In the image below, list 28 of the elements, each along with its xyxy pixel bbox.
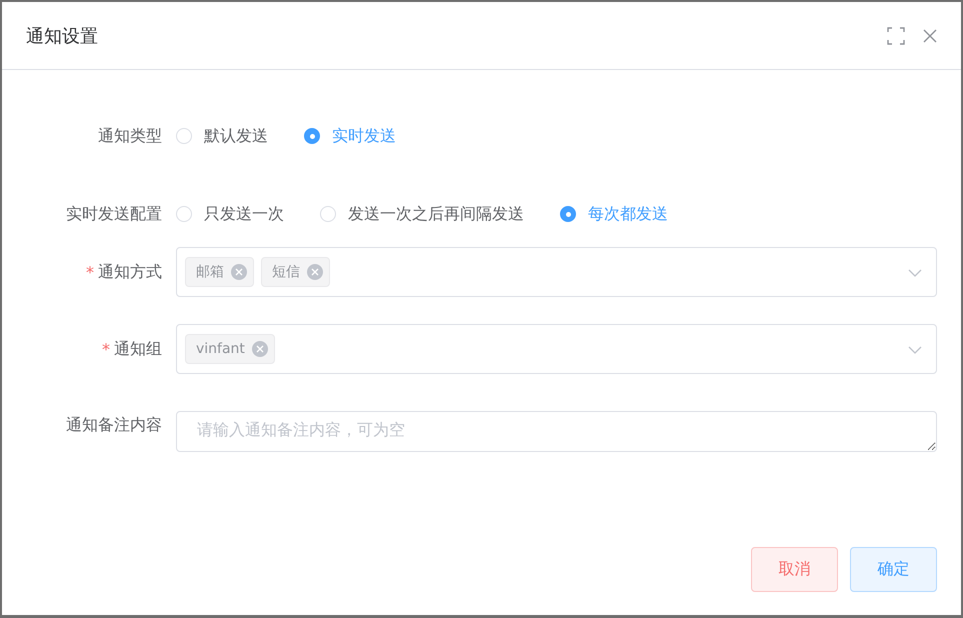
multi-select[interactable]: 邮箱 短信 bbox=[176, 247, 937, 297]
tag-label: 邮箱 bbox=[196, 263, 224, 281]
multi-select[interactable]: vinfant bbox=[176, 324, 937, 374]
field-label: 通知类型 bbox=[97, 126, 163, 146]
cancel-button[interactable]: 取消 bbox=[751, 547, 838, 592]
radio-option[interactable]: 默认发送 bbox=[176, 126, 268, 146]
close-icon[interactable] bbox=[923, 28, 937, 42]
radio-option[interactable]: 发送一次之后再间隔发送 bbox=[320, 204, 524, 224]
radio-button[interactable] bbox=[560, 206, 576, 222]
tag-label: 短信 bbox=[272, 263, 300, 281]
remark-field[interactable]: 请输入通知备注内容，可为空 bbox=[176, 411, 937, 452]
tag-label: vinfant bbox=[196, 341, 245, 357]
radio-option[interactable]: 实时发送 bbox=[304, 126, 396, 146]
radio-option[interactable]: 每次都发送 bbox=[560, 204, 668, 224]
required-mark: * bbox=[102, 340, 110, 358]
dialog-title: 通知设置 bbox=[26, 24, 98, 48]
radio-button[interactable] bbox=[304, 128, 320, 144]
field-label: 通知备注内容 bbox=[65, 414, 163, 436]
field-label: 实时发送配置 bbox=[65, 204, 163, 224]
fullscreen-icon[interactable] bbox=[887, 26, 905, 44]
close-icon[interactable] bbox=[307, 264, 323, 280]
close-icon[interactable] bbox=[252, 341, 268, 357]
radio-option[interactable]: 只发送一次 bbox=[176, 204, 284, 224]
field-label: 通知组 bbox=[114, 338, 162, 360]
field-label: 通知方式 bbox=[98, 262, 162, 282]
confirm-button[interactable]: 确定 bbox=[850, 547, 937, 592]
close-icon[interactable] bbox=[231, 264, 247, 280]
required-mark: * bbox=[86, 262, 94, 282]
